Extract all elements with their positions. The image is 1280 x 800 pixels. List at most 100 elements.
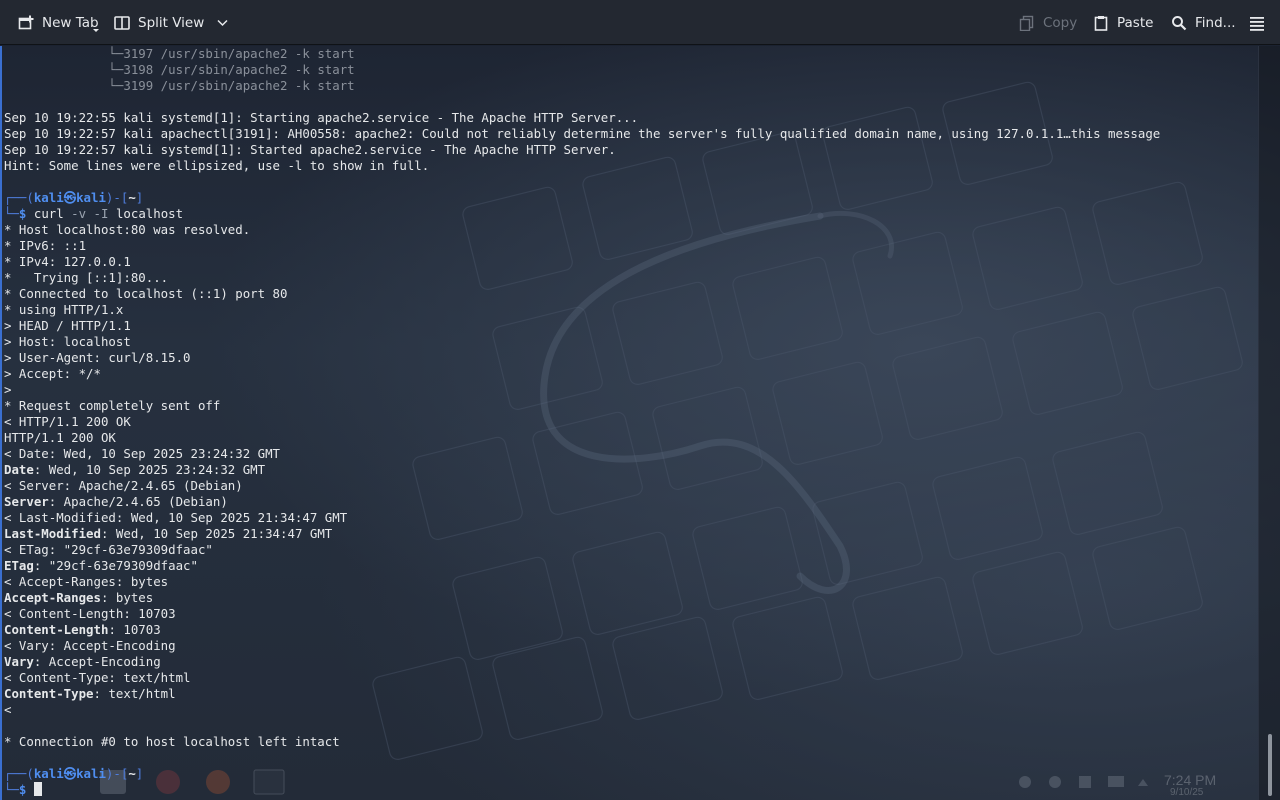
output-text: < — [4, 702, 12, 717]
output-text: < ETag: "29cf-63e79309dfaac" — [4, 542, 213, 557]
output-text: * Request completely sent off — [4, 398, 221, 413]
shell-prompt: ┌──(kali㉿kali)-[~] — [4, 766, 144, 781]
new-tab-dropdown-indicator[interactable] — [93, 29, 99, 32]
paste-button[interactable]: Paste — [1086, 6, 1160, 40]
output-text: < Date: Wed, 10 Sep 2025 23:24:32 GMT — [4, 446, 281, 461]
split-view-button[interactable]: Split View — [107, 6, 235, 40]
output-text: * using HTTP/1.x — [4, 302, 124, 317]
output-text: * IPv6: ::1 — [4, 238, 87, 253]
search-icon — [1171, 15, 1187, 31]
chevron-down-icon — [217, 19, 228, 27]
background-clock-date: 9/10/25 — [1170, 787, 1204, 798]
new-tab-label: New Tab — [42, 15, 99, 31]
output-text: < Content-Length: 10703 — [4, 606, 176, 621]
curl-output-line: * Trying [::1]:80... — [4, 270, 168, 286]
process-tree-line: └─3197 /usr/sbin/apache2 -k start — [4, 46, 355, 61]
copy-icon — [1019, 15, 1035, 31]
process-tree-line: └─3198 /usr/sbin/apache2 -k start — [4, 62, 355, 77]
curl-output-line: < Server: Apache/2.4.65 (Debian) — [4, 478, 243, 494]
split-view-label: Split View — [138, 15, 205, 31]
header-name: Content-Type — [4, 686, 94, 701]
curl-output-line: * Connected to localhost (::1) port 80 — [4, 286, 287, 302]
curl-output-line: > — [4, 382, 11, 398]
curl-output-line: * using HTTP/1.x — [4, 302, 123, 318]
curl-output-line: Last-Modified: Wed, 10 Sep 2025 21:34:47… — [4, 526, 332, 542]
output-text: HTTP/1.1 200 OK — [4, 430, 116, 445]
output-text: * Trying [::1]:80... — [4, 270, 169, 285]
curl-output-line: * IPv4: 127.0.0.1 — [4, 254, 131, 270]
output-text: < HTTP/1.1 200 OK — [4, 414, 131, 429]
curl-output-line: * Request completely sent off — [4, 398, 220, 414]
curl-output-line: > Host: localhost — [4, 334, 131, 350]
paste-label: Paste — [1117, 15, 1154, 31]
curl-output-line: < ETag: "29cf-63e79309dfaac" — [4, 542, 213, 558]
output-text: : Accept-Encoding — [33, 654, 161, 669]
log-line: Sep 10 19:22:57 kali systemd[1]: Started… — [4, 142, 616, 157]
curl-output-line: < Last-Modified: Wed, 10 Sep 2025 21:34:… — [4, 510, 347, 526]
output-text: * Connected to localhost (::1) port 80 — [4, 286, 288, 301]
shell-prompt: ┌──(kali㉿kali)-[~] — [4, 190, 144, 205]
curl-output-line: > HEAD / HTTP/1.1 — [4, 318, 131, 334]
output-text: < Server: Apache/2.4.65 (Debian) — [4, 478, 243, 493]
output-text: : 10703 — [108, 622, 161, 637]
shell-input-line[interactable]: └─$ — [4, 782, 42, 798]
curl-output-line: * Host localhost:80 was resolved. — [4, 222, 250, 238]
output-text: * Host localhost:80 was resolved. — [4, 222, 251, 237]
curl-output-line: * Connection #0 to host localhost left i… — [4, 734, 340, 750]
header-name: Accept-Ranges — [4, 590, 101, 605]
curl-output-line: < Content-Type: text/html — [4, 670, 191, 686]
output-text: * IPv4: 127.0.0.1 — [4, 254, 131, 269]
process-tree-line: └─3199 /usr/sbin/apache2 -k start — [4, 78, 355, 93]
header-name: Content-Length — [4, 622, 109, 637]
header-name: Server — [4, 494, 49, 509]
background-clock-time: 7:24 PM — [1164, 772, 1217, 788]
curl-output-line: < Date: Wed, 10 Sep 2025 23:24:32 GMT — [4, 446, 280, 462]
new-tab-icon — [18, 15, 34, 31]
output-text: : Wed, 10 Sep 2025 23:24:32 GMT — [33, 462, 266, 477]
background-taskbar — [100, 769, 1148, 795]
log-line: Sep 10 19:22:55 kali systemd[1]: Startin… — [4, 110, 639, 125]
find-button[interactable]: Find... — [1164, 6, 1243, 40]
split-view-icon — [114, 15, 130, 31]
curl-output-line: < Content-Length: 10703 — [4, 606, 176, 622]
new-tab-button[interactable]: New Tab — [11, 6, 106, 40]
output-text: : Wed, 10 Sep 2025 21:34:47 GMT — [100, 526, 333, 541]
copy-button[interactable]: Copy — [1012, 6, 1084, 40]
output-text: < Accept-Ranges: bytes — [4, 574, 169, 589]
output-text: > Host: localhost — [4, 334, 131, 349]
terminal-active-indicator — [0, 46, 2, 800]
terminal-toolbar: New Tab Split View Copy Paste Find... — [0, 0, 1280, 45]
shell-command-line: └─$ curl -v -I localhost — [4, 206, 184, 221]
hamburger-menu-button[interactable] — [1242, 6, 1272, 40]
curl-output-line: * IPv6: ::1 — [4, 238, 86, 254]
curl-output-line: < HTTP/1.1 200 OK — [4, 414, 131, 430]
log-line: Hint: Some lines were ellipsized, use -l… — [4, 158, 430, 173]
copy-label: Copy — [1043, 15, 1078, 31]
curl-output-line: HTTP/1.1 200 OK — [4, 430, 116, 446]
curl-output-line: Content-Length: 10703 — [4, 622, 161, 638]
curl-output-line: Content-Type: text/html — [4, 686, 176, 702]
output-text: < Vary: Accept-Encoding — [4, 638, 176, 653]
curl-output-line: > User-Agent: curl/8.15.0 — [4, 350, 191, 366]
header-name: Date — [4, 462, 34, 477]
output-text: * Connection #0 to host localhost left i… — [4, 734, 340, 749]
terminal-scrollbar[interactable] — [1258, 46, 1280, 800]
output-text: < Last-Modified: Wed, 10 Sep 2025 21:34:… — [4, 510, 348, 525]
terminal-view[interactable]: 7:24 PM 9/10/25 └─3197 /usr/sbin/apache2… — [0, 46, 1280, 800]
log-line: Sep 10 19:22:57 kali apachectl[3191]: AH… — [4, 126, 1161, 141]
curl-output-line: Server: Apache/2.4.65 (Debian) — [4, 494, 228, 510]
output-text: > HEAD / HTTP/1.1 — [4, 318, 131, 333]
scrollbar-thumb[interactable] — [1268, 734, 1272, 796]
output-text: : "29cf-63e79309dfaac" — [33, 558, 198, 573]
find-label: Find... — [1195, 15, 1236, 31]
curl-output-line: > Accept: */* — [4, 366, 101, 382]
header-name: Last-Modified — [4, 526, 101, 541]
curl-output-line: Vary: Accept-Encoding — [4, 654, 161, 670]
curl-output-line: < — [4, 702, 11, 718]
curl-output-line: ETag: "29cf-63e79309dfaac" — [4, 558, 198, 574]
curl-output-line: < Accept-Ranges: bytes — [4, 574, 168, 590]
curl-output-line: < Vary: Accept-Encoding — [4, 638, 176, 654]
output-text: : text/html — [93, 686, 176, 701]
curl-output-line: Date: Wed, 10 Sep 2025 23:24:32 GMT — [4, 462, 265, 478]
output-text: > User-Agent: curl/8.15.0 — [4, 350, 191, 365]
